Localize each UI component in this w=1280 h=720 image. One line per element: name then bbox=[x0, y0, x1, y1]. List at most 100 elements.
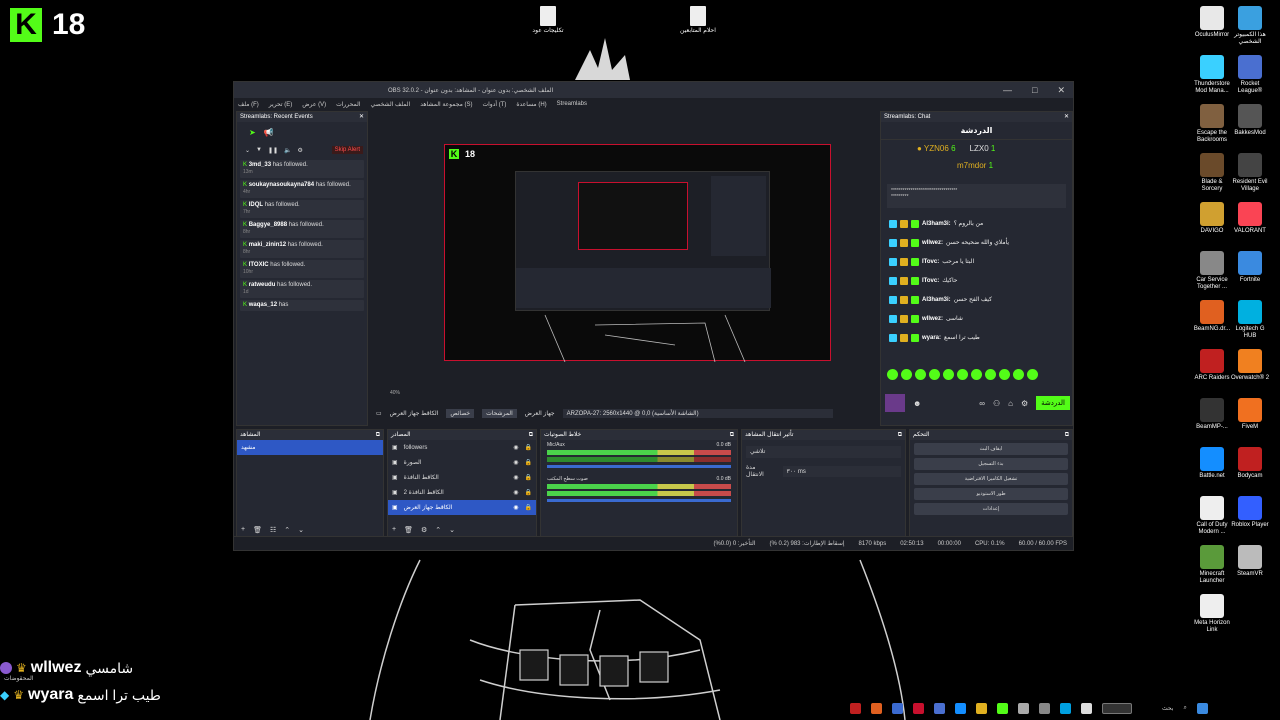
filter-icon[interactable]: ▼ bbox=[256, 147, 262, 153]
desktop-icon[interactable]: Resident Evil Village bbox=[1230, 153, 1270, 193]
menu-file[interactable]: ملف (F) bbox=[238, 101, 259, 108]
up-icon[interactable]: ⌃ bbox=[284, 526, 290, 534]
volume-slider[interactable] bbox=[547, 499, 731, 502]
emoji-icon[interactable]: ☻ bbox=[913, 399, 921, 408]
desktop-icon[interactable]: BeamNG.dr... bbox=[1192, 300, 1232, 333]
desktop-icon[interactable]: Meta Horizon Link bbox=[1192, 594, 1232, 634]
volume-slider[interactable] bbox=[547, 465, 731, 468]
obs-taskbar-icon[interactable] bbox=[850, 702, 861, 714]
down-icon[interactable]: ⌄ bbox=[298, 526, 304, 534]
chat-send-button[interactable]: الدردشة bbox=[1036, 396, 1070, 410]
menu-tools[interactable]: أدوات (T) bbox=[482, 101, 506, 108]
start-recording-button[interactable]: بدء التسجيل bbox=[914, 458, 1068, 470]
eye-icon[interactable]: ◉ bbox=[513, 459, 518, 466]
settings-icon[interactable]: ⚙ bbox=[298, 147, 303, 154]
minimize-icon[interactable]: — bbox=[1003, 85, 1012, 96]
desktop-icon[interactable]: Escape the Backrooms bbox=[1192, 104, 1232, 144]
close-icon[interactable]: ✕ bbox=[1057, 85, 1065, 96]
users-icon[interactable]: ⚇ bbox=[993, 399, 1000, 408]
lock-icon[interactable]: 🔒 bbox=[525, 459, 532, 466]
emote-icon[interactable] bbox=[999, 369, 1010, 380]
emote-icon[interactable] bbox=[1013, 369, 1024, 380]
settings-icon[interactable]: ⚙ bbox=[421, 526, 427, 534]
obs-window[interactable]: OBS 32.0.2 - الملف الشخصي: بدون عنوان - … bbox=[233, 81, 1074, 551]
app-taskbar-icon[interactable] bbox=[934, 702, 945, 714]
trash-icon[interactable]: 🗑 bbox=[404, 526, 413, 534]
desktop-icon[interactable]: Minecraft Launcher bbox=[1192, 545, 1232, 585]
source-item[interactable]: ▣ الكاقط النافذة 2 ◉ 🔒 bbox=[388, 485, 536, 500]
app-taskbar-icon[interactable] bbox=[1081, 702, 1092, 714]
menu-docks[interactable]: المحررات bbox=[336, 101, 360, 108]
stop-streaming-button[interactable]: ايقاف البث bbox=[914, 443, 1068, 455]
lock-icon[interactable]: 🔒 bbox=[525, 444, 532, 451]
chat-user[interactable]: ITovc: bbox=[922, 259, 939, 265]
desktop-icon[interactable]: SteamVR bbox=[1230, 545, 1270, 578]
eye-icon[interactable]: ◉ bbox=[513, 474, 518, 481]
desktop-icon[interactable]: BakkesMod bbox=[1230, 104, 1270, 137]
steam-taskbar-icon[interactable] bbox=[892, 702, 903, 714]
event-item[interactable]: K 3md_33 has followed. 13m bbox=[240, 160, 364, 178]
desktop-icon[interactable]: Call of Duty Modern ... bbox=[1192, 496, 1232, 536]
desktop-icon[interactable]: ARC Raiders bbox=[1192, 349, 1232, 382]
search-icon[interactable]: ⌕ bbox=[1183, 705, 1186, 712]
event-item[interactable]: K IDQL has followed. 7hr bbox=[240, 200, 364, 218]
desktop-icon[interactable]: Bodycam bbox=[1230, 447, 1270, 480]
emote-icon[interactable] bbox=[915, 369, 926, 380]
down-icon[interactable]: ⌄ bbox=[449, 526, 455, 534]
chevron-down-icon[interactable]: ⌄ bbox=[245, 147, 250, 154]
app-taskbar-icon[interactable] bbox=[1039, 702, 1050, 714]
app-taskbar-icon[interactable] bbox=[997, 702, 1008, 714]
emote-icon[interactable] bbox=[887, 369, 898, 380]
emote-icon[interactable] bbox=[929, 369, 940, 380]
desktop-file-2[interactable]: احلام المتابعين bbox=[666, 6, 730, 35]
event-item[interactable]: K ratweudu has followed. 1d bbox=[240, 280, 364, 298]
pause-icon[interactable]: ❚❚ bbox=[268, 147, 278, 154]
desktop-icon[interactable]: BeamMP-... bbox=[1192, 398, 1232, 431]
desktop-icon[interactable]: Overwatch® 2 bbox=[1230, 349, 1270, 382]
desktop-icon[interactable]: Car Service Together ... bbox=[1192, 251, 1232, 291]
filters-button[interactable]: المرشحات bbox=[482, 408, 517, 418]
source-item[interactable]: ▣ الصورة ◉ 🔒 bbox=[388, 455, 536, 470]
transition-select[interactable]: تلاشي bbox=[746, 446, 901, 458]
emote-icon[interactable] bbox=[943, 369, 954, 380]
event-item[interactable]: K Baggye_8988 has followed. 8hr bbox=[240, 220, 364, 238]
eye-icon[interactable]: ◉ bbox=[513, 444, 518, 451]
desktop-icon[interactable]: FiveM bbox=[1230, 398, 1270, 431]
desktop-icon[interactable]: Blade & Sorcery bbox=[1192, 153, 1232, 193]
settings-icon[interactable]: ⚙ bbox=[1021, 399, 1028, 408]
app-taskbar-icon[interactable] bbox=[955, 702, 966, 714]
popout-icon[interactable]: ⧉ bbox=[730, 430, 737, 440]
desktop-icon[interactable]: OculusMirror bbox=[1192, 6, 1232, 39]
desktop-icon[interactable]: Thunderstore Mod Mana... bbox=[1192, 55, 1232, 95]
studio-mode-button[interactable]: طور الاستوديو bbox=[914, 488, 1068, 500]
chat-user[interactable]: ITovc: bbox=[922, 278, 939, 284]
desktop-file-1[interactable]: تكليجات عود bbox=[516, 6, 580, 35]
eye-icon[interactable]: ◉ bbox=[513, 504, 518, 511]
app-taskbar-icon[interactable] bbox=[913, 702, 924, 714]
emote-icon[interactable] bbox=[901, 369, 912, 380]
source-item[interactable]: ▣ الكاقط النافذة ◉ 🔒 bbox=[388, 470, 536, 485]
desktop-icon[interactable]: هذا الكمبيوتر الشخصي bbox=[1230, 6, 1270, 46]
close-icon[interactable]: ✕ bbox=[359, 112, 367, 122]
task-view-icon[interactable] bbox=[1102, 702, 1132, 714]
desktop-icon[interactable]: Battle.net bbox=[1192, 447, 1232, 480]
chat-user[interactable]: wllwez: bbox=[922, 316, 943, 322]
preview-canvas[interactable]: K 18 bbox=[444, 144, 831, 362]
app-taskbar-icon[interactable] bbox=[871, 702, 882, 714]
up-icon[interactable]: ⌃ bbox=[435, 526, 441, 534]
edge-taskbar-icon[interactable] bbox=[1060, 702, 1071, 714]
lock-icon[interactable]: 🔒 bbox=[525, 504, 532, 511]
close-icon[interactable]: ✕ bbox=[1064, 112, 1072, 122]
popout-icon[interactable]: ⧉ bbox=[529, 430, 536, 440]
event-item[interactable]: K waqas_12 has bbox=[240, 300, 364, 311]
event-item[interactable]: K maki_zinin12 has followed. 8hr bbox=[240, 240, 364, 258]
scene-item[interactable]: مشهد bbox=[237, 440, 383, 455]
emote-icon[interactable] bbox=[1027, 369, 1038, 380]
lock-icon[interactable]: 🔒 bbox=[525, 474, 532, 481]
obs-titlebar[interactable]: OBS 32.0.2 - الملف الشخصي: بدون عنوان - … bbox=[234, 82, 1073, 98]
trash-icon[interactable]: 🗑 bbox=[253, 526, 262, 534]
settings-button[interactable]: إعدادات bbox=[914, 503, 1068, 515]
menu-help[interactable]: مساعدة (H) bbox=[516, 101, 546, 108]
menu-streamlabs[interactable]: Streamlabs bbox=[557, 101, 587, 107]
desktop-icon[interactable]: Fortnite bbox=[1230, 251, 1270, 284]
